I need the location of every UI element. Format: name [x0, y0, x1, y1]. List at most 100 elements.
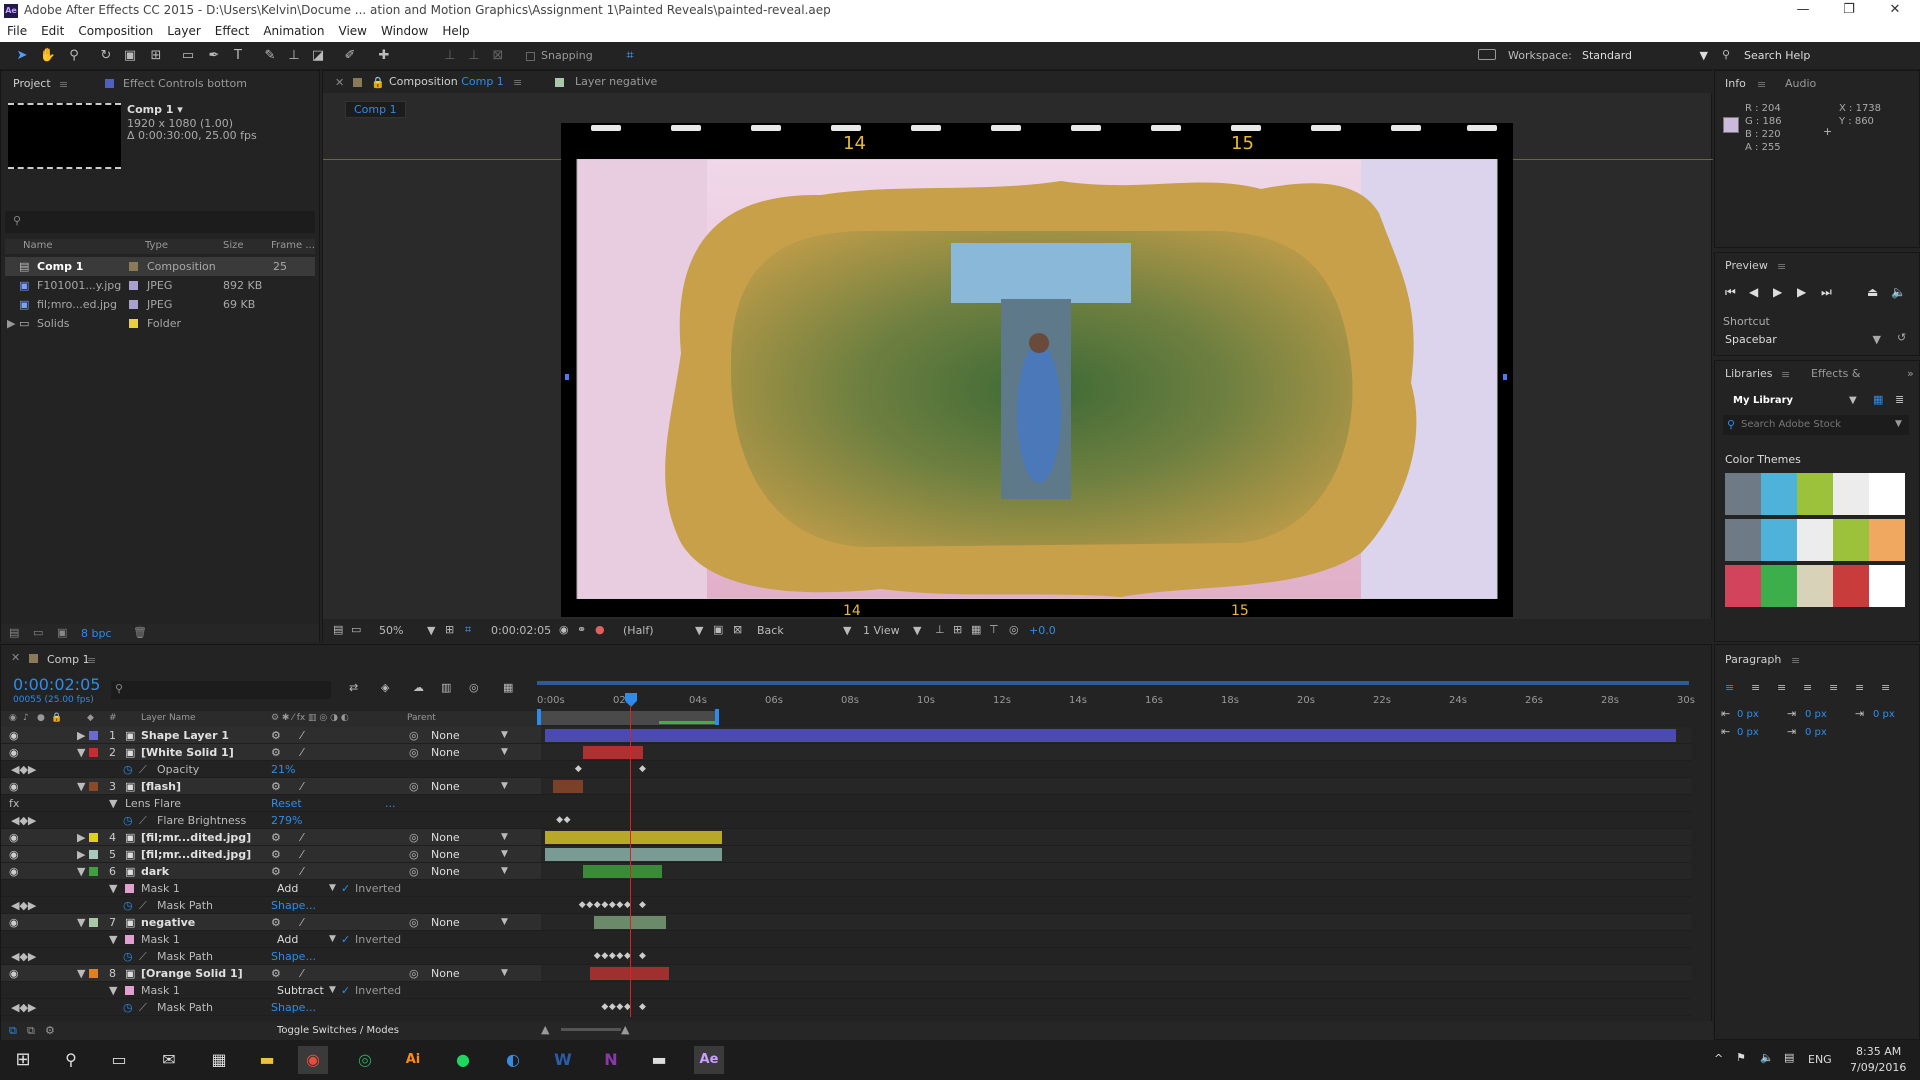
- keyframe-nav-icon[interactable]: ◀◆▶: [11, 999, 36, 1016]
- eye-icon[interactable]: ◉: [9, 846, 19, 863]
- property-row[interactable]: ▼ Mask 1 Add ▼ ✓ Inverted: [1, 931, 541, 948]
- quality-switch-icon[interactable]: ⁄: [301, 727, 303, 744]
- label-swatch[interactable]: [129, 262, 138, 271]
- menu-help[interactable]: Help: [435, 22, 476, 38]
- inverted-checkbox[interactable]: ✓: [341, 880, 350, 897]
- language-indicator[interactable]: ENG: [1808, 1053, 1832, 1066]
- pickwhip-icon[interactable]: ◎: [409, 829, 419, 846]
- eye-icon[interactable]: ◉: [9, 727, 19, 744]
- keyframe-icon[interactable]: ◆: [601, 900, 608, 910]
- shy-switch-icon[interactable]: ⚙: [271, 863, 281, 880]
- layer-duration-bar[interactable]: [545, 848, 723, 861]
- shy-switch-icon[interactable]: ⚙: [271, 744, 281, 761]
- library-name[interactable]: My Library: [1733, 395, 1793, 406]
- timeline-search-input[interactable]: ⚲: [111, 681, 331, 699]
- expand-arrow-icon[interactable]: ▶: [77, 846, 85, 863]
- parent-value[interactable]: None: [431, 965, 460, 982]
- layer-name[interactable]: [flash]: [141, 778, 181, 795]
- label-swatch[interactable]: [129, 319, 138, 328]
- always-preview-icon[interactable]: ▤: [333, 623, 343, 636]
- timeline-timecode[interactable]: 0:00:02:05: [13, 675, 100, 694]
- zoom-slider[interactable]: [561, 1028, 621, 1031]
- project-search-input[interactable]: ⚲: [5, 211, 315, 233]
- reset-link[interactable]: Reset: [271, 795, 302, 812]
- keyframe-icon[interactable]: ◆: [609, 1002, 616, 1012]
- tab-project[interactable]: Project: [13, 73, 51, 95]
- first-frame-icon[interactable]: ⏮: [1725, 285, 1736, 300]
- keyframe-icon[interactable]: ◆: [564, 815, 571, 825]
- keyframe-icon[interactable]: ◆: [601, 951, 608, 961]
- justify-last-right-icon[interactable]: ≡: [1855, 681, 1864, 694]
- rotation-tool-icon[interactable]: ↻: [96, 46, 116, 66]
- color-theme-swatch[interactable]: [1761, 473, 1797, 515]
- camera-view[interactable]: Back: [757, 624, 784, 637]
- eye-icon[interactable]: ◉: [9, 829, 19, 846]
- layer-row[interactable]: ◉ ▼ 8 ▣ [Orange Solid 1] ⚙ ⁄ ◎ None ▼: [1, 965, 541, 982]
- tray-chevron-icon[interactable]: ^: [1714, 1052, 1723, 1065]
- expand-arrow-icon[interactable]: ▼: [77, 778, 85, 795]
- graph-icon[interactable]: ⟋: [139, 761, 147, 778]
- property-value[interactable]: Shape...: [271, 999, 316, 1016]
- keyframe-icon[interactable]: ◆: [609, 951, 616, 961]
- quality-switch-icon[interactable]: ⁄: [301, 914, 303, 931]
- transparency-grid-icon[interactable]: ⊠: [733, 623, 742, 636]
- expand-arrow-icon[interactable]: ▼: [109, 880, 117, 897]
- frame-blending-icon[interactable]: ▥: [441, 681, 451, 694]
- shortcut-dropdown[interactable]: Spacebar ▼: [1721, 331, 1885, 349]
- chevron-down-icon[interactable]: ▼: [501, 965, 508, 982]
- color-theme-swatch[interactable]: [1797, 565, 1833, 607]
- expand-transfer-icon[interactable]: ⧉: [27, 1024, 35, 1038]
- stopwatch-icon[interactable]: ◷: [123, 948, 133, 965]
- parent-value[interactable]: None: [431, 914, 460, 931]
- property-value[interactable]: 21%: [271, 761, 295, 778]
- graph-icon[interactable]: ⟋: [139, 999, 147, 1016]
- chevron-down-icon[interactable]: ▼: [501, 846, 508, 863]
- label-swatch[interactable]: [89, 782, 98, 791]
- region-of-interest-icon[interactable]: ▣: [713, 623, 723, 636]
- axis-view-icon[interactable]: ⊠: [488, 46, 508, 66]
- spotify-icon[interactable]: ●: [448, 1046, 478, 1074]
- tab-audio[interactable]: Audio: [1785, 73, 1816, 95]
- label-swatch[interactable]: [129, 300, 138, 309]
- stopwatch-icon[interactable]: ◷: [123, 897, 133, 914]
- quality-switch-icon[interactable]: ⁄: [301, 965, 303, 982]
- graph-icon[interactable]: ⟋: [139, 897, 147, 914]
- label-swatch[interactable]: [89, 918, 98, 927]
- chevron-down-icon[interactable]: ▼: [501, 727, 508, 744]
- indent-left-value[interactable]: 0 px: [1737, 709, 1759, 720]
- channel-icon[interactable]: ●: [595, 623, 605, 636]
- layer-name[interactable]: [Orange Solid 1]: [141, 965, 243, 982]
- keyframe-icon[interactable]: ◆: [586, 900, 593, 910]
- chevron-down-icon[interactable]: ▼: [329, 880, 336, 897]
- color-theme-swatch[interactable]: [1797, 473, 1833, 515]
- align-right-icon[interactable]: ≡: [1777, 681, 1786, 694]
- menu-layer[interactable]: Layer: [160, 22, 207, 38]
- inverted-checkbox[interactable]: ✓: [341, 931, 350, 948]
- color-theme-swatch[interactable]: [1725, 565, 1761, 607]
- eye-icon[interactable]: ◉: [9, 863, 19, 880]
- expand-layer-switches-icon[interactable]: ⧉: [9, 1024, 17, 1038]
- mask-mode[interactable]: Subtract: [277, 982, 324, 999]
- property-row[interactable]: ▼ Mask 1 Subtract ▼ ✓ Inverted: [1, 982, 541, 999]
- chevron-down-icon[interactable]: ▼: [913, 624, 921, 637]
- grid-view-icon[interactable]: ▦: [1873, 393, 1883, 406]
- mask-color-swatch[interactable]: [125, 884, 134, 893]
- layer-duration-bar[interactable]: [552, 780, 583, 793]
- restore-button[interactable]: ❐: [1826, 0, 1872, 22]
- zoom-out-icon[interactable]: ▲: [541, 1023, 549, 1036]
- windows-start-icon[interactable]: ⊞: [8, 1046, 38, 1074]
- label-swatch[interactable]: [89, 969, 98, 978]
- property-row[interactable]: ◀◆▶ ◷ ⟋ Mask Path Shape...: [1, 897, 541, 914]
- chevron-down-icon[interactable]: ▼: [329, 982, 336, 999]
- panel-menu-icon[interactable]: ≡: [513, 76, 522, 89]
- camera-tool-icon[interactable]: ▣: [120, 46, 140, 66]
- color-theme-swatch[interactable]: [1833, 473, 1869, 515]
- resolution-value[interactable]: (Half): [623, 624, 654, 637]
- col-layer-name[interactable]: Layer Name: [141, 713, 196, 723]
- chevron-down-icon[interactable]: ▼: [329, 931, 336, 948]
- panel-menu-icon[interactable]: ≡: [87, 654, 96, 667]
- expand-arrow-icon[interactable]: ▼: [77, 744, 85, 761]
- expand-arrow-icon[interactable]: ▶: [77, 727, 85, 744]
- mask-mode[interactable]: Add: [277, 880, 298, 897]
- onenote-icon[interactable]: N: [596, 1046, 626, 1074]
